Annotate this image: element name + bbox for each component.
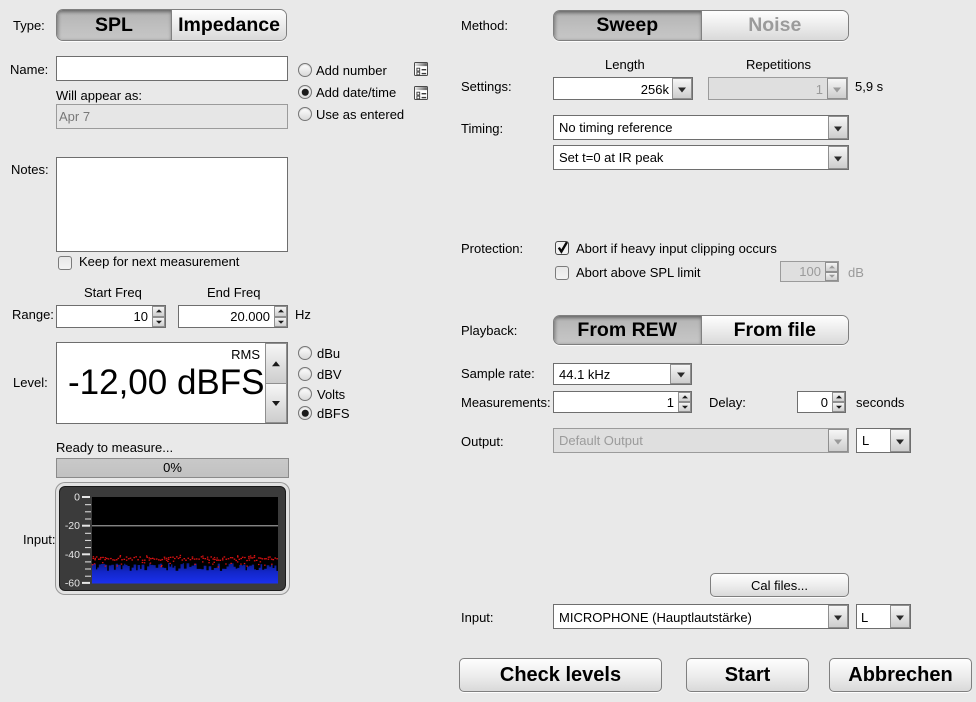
- svg-text:-40: -40: [65, 549, 80, 561]
- svg-text:-60: -60: [65, 577, 80, 589]
- svg-text:-20: -20: [65, 520, 80, 532]
- svg-text:0: 0: [74, 492, 80, 504]
